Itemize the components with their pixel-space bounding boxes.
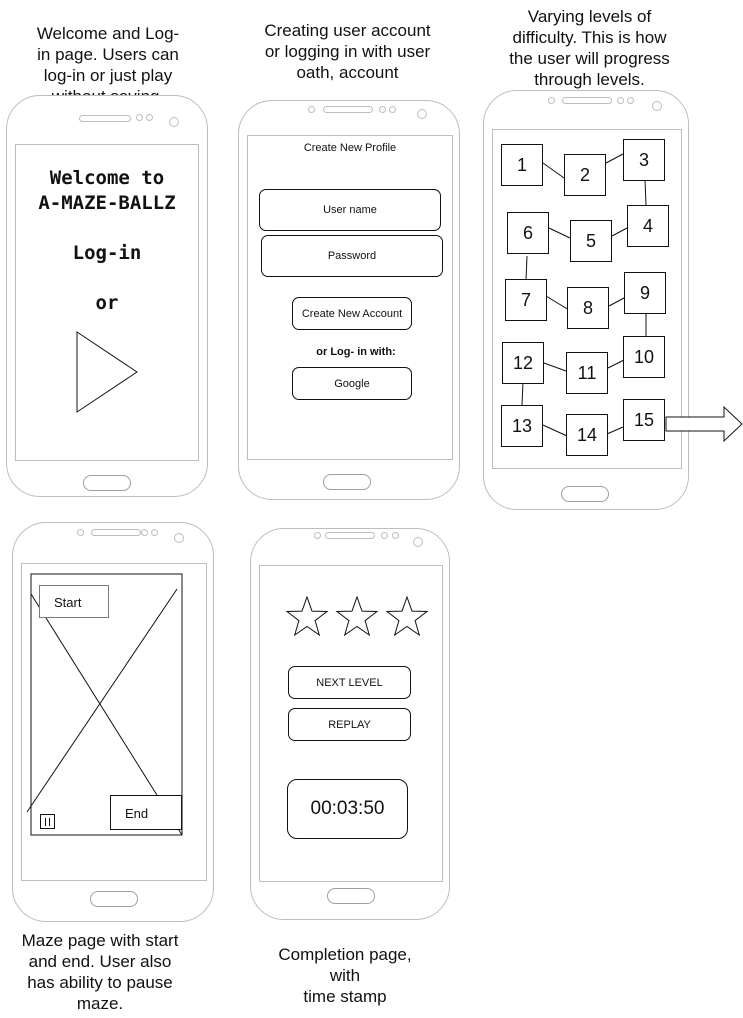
level-2-box[interactable]: 2 <box>564 154 606 196</box>
level-5-box[interactable]: 5 <box>570 220 612 262</box>
speaker <box>91 529 141 536</box>
level-4-box[interactable]: 4 <box>627 205 669 247</box>
level-15-box[interactable]: 15 <box>623 399 665 441</box>
level-10-box[interactable]: 10 <box>623 336 665 378</box>
maze-end-box: End <box>110 795 182 830</box>
maze-screen: Start End <box>21 563 207 881</box>
sensor-dot <box>381 532 388 539</box>
star-rating <box>285 595 429 637</box>
star-outline-icon <box>385 595 429 637</box>
sensor-dot <box>151 529 158 536</box>
camera <box>413 537 423 547</box>
star-outline-icon <box>335 595 379 637</box>
next-level-button[interactable]: NEXT LEVEL <box>288 666 411 699</box>
level-9-box[interactable]: 9 <box>624 272 666 314</box>
level-13-box[interactable]: 13 <box>501 405 543 447</box>
maze-start-box: Start <box>39 585 109 618</box>
home-button <box>327 888 375 904</box>
speaker <box>325 532 375 539</box>
level-3-box[interactable]: 3 <box>623 139 665 181</box>
camera <box>174 533 184 543</box>
level-11-box[interactable]: 11 <box>566 352 608 394</box>
completion-screen: NEXT LEVEL REPLAY 00:03:50 <box>259 565 443 882</box>
right-arrow-icon[interactable] <box>665 405 743 443</box>
sensor-dot <box>314 532 321 539</box>
level-1-box[interactable]: 1 <box>501 144 543 186</box>
level-8-box[interactable]: 8 <box>567 287 609 329</box>
maze-end-label: End <box>125 806 149 821</box>
level-12-box[interactable]: 12 <box>502 342 544 384</box>
level-6-box[interactable]: 6 <box>507 212 549 254</box>
star-outline-icon <box>285 595 329 637</box>
sensor-dot <box>77 529 84 536</box>
level-14-box[interactable]: 14 <box>566 414 608 456</box>
phone-completion: NEXT LEVEL REPLAY 00:03:50 <box>250 528 450 920</box>
time-stamp: 00:03:50 <box>287 779 408 839</box>
replay-button[interactable]: REPLAY <box>288 708 411 741</box>
phone-maze: Start End <box>12 522 214 922</box>
home-button <box>90 891 138 907</box>
sensor-dot <box>392 532 399 539</box>
level-7-box[interactable]: 7 <box>505 279 547 321</box>
sensor-dot <box>141 529 148 536</box>
maze-start-label: Start <box>54 595 82 610</box>
pause-icon[interactable] <box>40 814 55 829</box>
